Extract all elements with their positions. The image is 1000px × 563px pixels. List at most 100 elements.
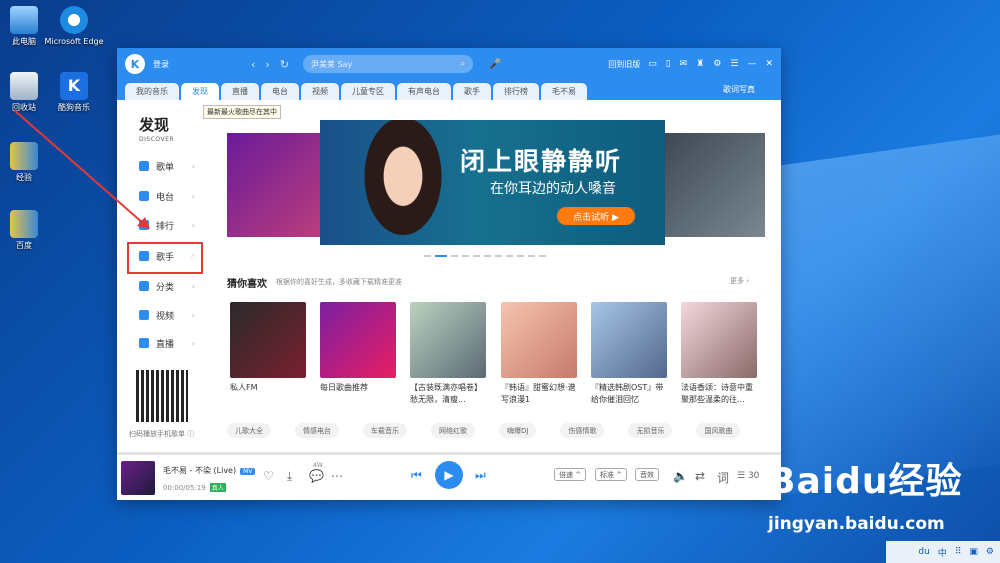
- sidebar-item-live[interactable]: 直播 ›: [139, 333, 195, 353]
- help-icon[interactable]: ⓘ: [187, 430, 194, 438]
- play-button[interactable]: ▶: [435, 461, 463, 489]
- tag[interactable]: 伤感情歌: [560, 423, 605, 438]
- carousel-dot[interactable]: [462, 255, 469, 257]
- tab-radio[interactable]: 电台: [261, 83, 299, 100]
- card-playlist[interactable]: 『韩语』甜蜜幻想·谱写浪漫1: [501, 302, 577, 406]
- refresh-icon[interactable]: ↻: [280, 58, 289, 71]
- menu-icon[interactable]: ☰: [730, 59, 738, 69]
- carousel-dot[interactable]: [517, 255, 524, 257]
- lyrics-button[interactable]: 词: [717, 469, 729, 486]
- minimize-icon[interactable]: —: [747, 59, 756, 69]
- tab-video[interactable]: 视频: [301, 83, 339, 100]
- tag[interactable]: 网络红歌: [431, 423, 475, 438]
- sound-effect-button[interactable]: 音效: [635, 468, 659, 481]
- comment-icon[interactable]: 💬: [309, 469, 324, 483]
- card-daily-recommend[interactable]: 每日歌曲推荐: [320, 302, 396, 394]
- computer-icon: [10, 6, 38, 34]
- sidebar-item-category[interactable]: 分类 ›: [139, 276, 195, 296]
- mv-badge[interactable]: MV: [240, 468, 256, 475]
- card-private-fm[interactable]: 私人FM: [230, 302, 306, 394]
- carousel-dot-active[interactable]: [435, 255, 447, 257]
- folder-icon: [10, 142, 38, 170]
- previous-button[interactable]: ⏮: [411, 468, 422, 483]
- search-icon[interactable]: ⌕: [461, 59, 465, 69]
- forward-icon[interactable]: ›: [265, 58, 269, 71]
- sidebar-item-video[interactable]: 视频 ›: [139, 305, 195, 325]
- back-icon[interactable]: ‹: [251, 58, 255, 71]
- desktop-icon-jingyan[interactable]: 经验: [0, 142, 54, 183]
- tab-discover[interactable]: 发现: [181, 83, 219, 100]
- more-icon[interactable]: ⋯: [331, 469, 343, 483]
- speed-button[interactable]: 倍速 ^: [554, 468, 587, 481]
- repeat-icon[interactable]: ⇄: [695, 469, 705, 483]
- tag[interactable]: 儿歌大全: [227, 423, 271, 438]
- banner-carousel[interactable]: 闭上眼静静听 在你耳边的动人嗓音 点击试听 ▶: [227, 120, 765, 250]
- more-link[interactable]: 更多 ›: [730, 276, 749, 286]
- desktop-icon-kugou[interactable]: K 酷狗音乐: [44, 72, 104, 113]
- desktop-icon-edge[interactable]: Microsoft Edge: [44, 6, 104, 47]
- rank-icon: [139, 220, 149, 230]
- card-playlist[interactable]: 『精选韩剧OST』带给你催泪回忆: [591, 302, 667, 406]
- sidebar-item-rank[interactable]: 排行 ›: [139, 215, 195, 235]
- song-title[interactable]: 毛不易 - 不染 (Live) MV: [163, 465, 256, 476]
- progress-bar[interactable]: [117, 453, 781, 455]
- tag[interactable]: 国风歌曲: [696, 423, 741, 438]
- tab-kids[interactable]: 儿童专区: [341, 83, 395, 100]
- tag[interactable]: 嗨爆DJ: [499, 423, 537, 438]
- heart-icon[interactable]: ♡: [263, 469, 274, 483]
- tray-icon[interactable]: ▣: [969, 547, 978, 557]
- tab-chart[interactable]: 排行榜: [493, 83, 539, 100]
- tag[interactable]: 无损音乐: [628, 423, 673, 438]
- download-icon[interactable]: ⤓: [287, 469, 292, 484]
- sidebar-item-playlist[interactable]: 歌单 ›: [139, 156, 195, 176]
- album-cover[interactable]: [121, 461, 155, 495]
- listen-button[interactable]: 点击试听 ▶: [557, 207, 635, 225]
- tab-audiobook[interactable]: 有声电台: [397, 83, 451, 100]
- monitor-icon[interactable]: ▭: [648, 59, 657, 69]
- carousel-dot[interactable]: [528, 255, 535, 257]
- desktop-icon-baidu[interactable]: 百度: [0, 210, 54, 251]
- chevron-right-icon: ›: [191, 191, 195, 201]
- close-icon[interactable]: ✕: [765, 59, 773, 69]
- quality-button[interactable]: 标准 ^: [595, 468, 628, 481]
- search-box[interactable]: 尹美莱 Say ⌕: [303, 55, 474, 73]
- tag[interactable]: 车载音乐: [363, 423, 407, 438]
- search-input[interactable]: 尹美莱 Say: [311, 59, 352, 70]
- mobile-icon[interactable]: ▯: [666, 59, 671, 69]
- card-playlist[interactable]: 【古装既满亦唱卷】愁无限，清瘦...: [410, 302, 486, 406]
- carousel-dot[interactable]: [495, 255, 502, 257]
- tab-singer[interactable]: 歌手: [453, 83, 491, 100]
- banner-next-image[interactable]: [655, 133, 765, 237]
- ime-icon[interactable]: 中: [938, 546, 947, 559]
- carousel-dot[interactable]: [451, 255, 458, 257]
- carousel-dot[interactable]: [484, 255, 491, 257]
- qr-caption[interactable]: 扫码播放手机歌单 ⓘ: [129, 429, 194, 439]
- tab-my-music[interactable]: 我的音乐: [125, 83, 179, 100]
- baidu-tray-icon[interactable]: du: [918, 547, 929, 557]
- gear-icon[interactable]: ⚙: [986, 547, 994, 557]
- carousel-dot[interactable]: [506, 255, 513, 257]
- card-playlist[interactable]: 法语香颂：诗意中重聚那些温柔的往...: [681, 302, 757, 406]
- message-icon[interactable]: ✉: [680, 59, 688, 69]
- carousel-dot[interactable]: [424, 255, 431, 257]
- carousel-dot[interactable]: [539, 255, 546, 257]
- settings-icon[interactable]: ⚙: [713, 59, 721, 69]
- old-version-link[interactable]: 回到旧版: [608, 59, 640, 70]
- skin-icon[interactable]: ♜: [696, 59, 704, 69]
- playlist-button[interactable]: ☰ 30: [737, 471, 759, 481]
- microphone-icon[interactable]: 🎤: [489, 59, 501, 70]
- sidebar-item-radio[interactable]: 电台 ›: [139, 186, 195, 206]
- window-controls: ▭ ▯ ✉ ♜ ⚙ ☰ — ✕: [648, 59, 773, 69]
- tray-icon[interactable]: ⠿: [955, 547, 962, 557]
- chevron-right-icon: ›: [191, 281, 195, 291]
- lyrics-photo-button[interactable]: 歌词写真: [723, 84, 755, 95]
- carousel-dot[interactable]: [473, 255, 480, 257]
- login-link[interactable]: 登录: [153, 59, 169, 70]
- next-button[interactable]: ⏭: [475, 468, 486, 483]
- tag[interactable]: 情感电台: [295, 423, 339, 438]
- kugou-logo[interactable]: K: [125, 54, 145, 74]
- tab-mao-buyi[interactable]: 毛不易: [541, 83, 587, 100]
- tab-live[interactable]: 直播: [221, 83, 259, 100]
- banner-main[interactable]: 闭上眼静静听 在你耳边的动人嗓音 点击试听 ▶: [320, 120, 665, 245]
- volume-icon[interactable]: 🔈: [673, 469, 688, 483]
